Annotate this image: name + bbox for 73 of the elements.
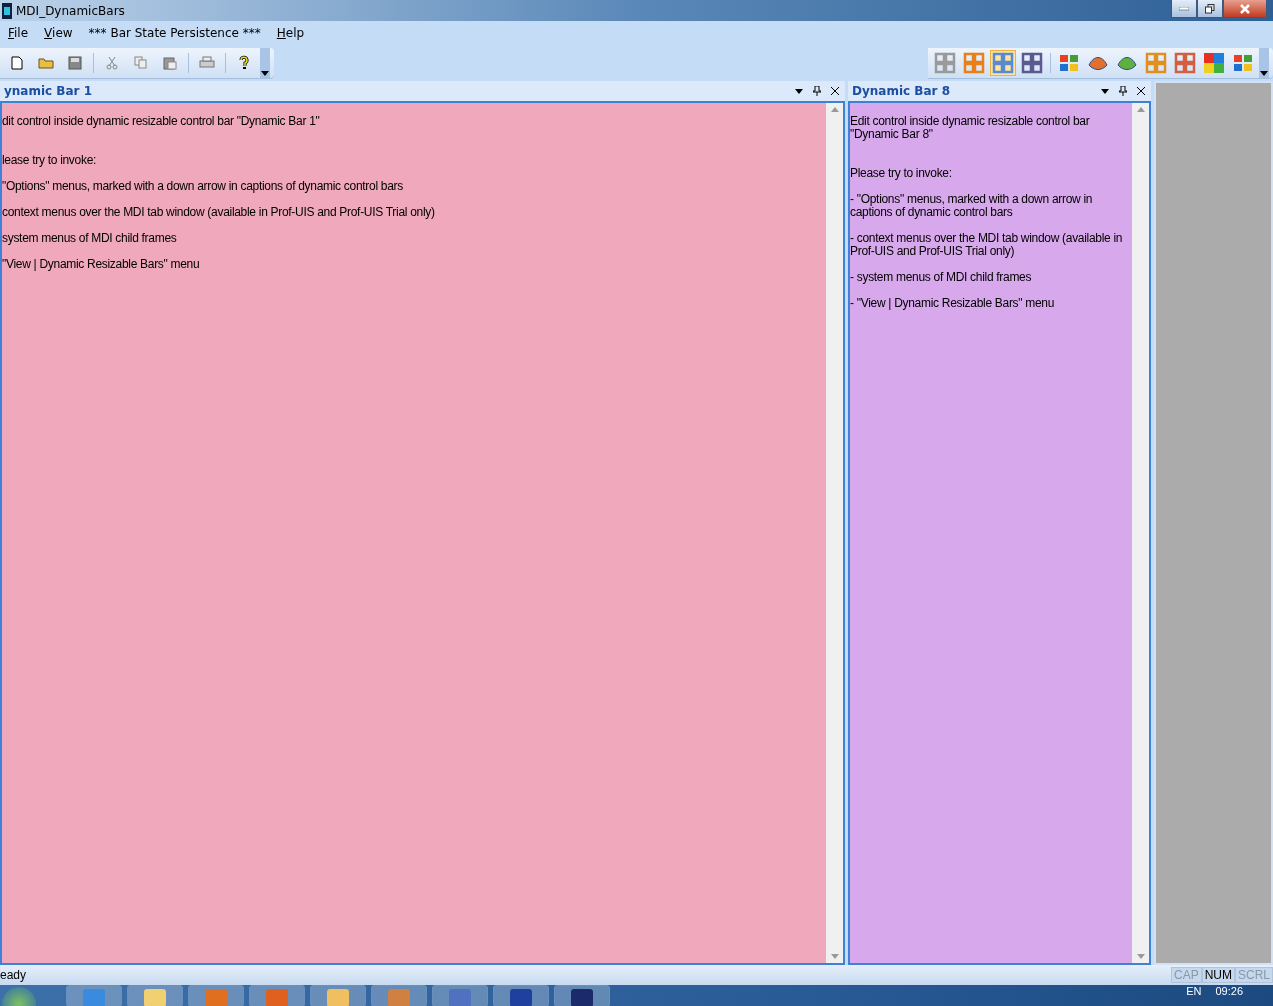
theme-button[interactable] xyxy=(990,49,1016,76)
windows-flag-icon xyxy=(1058,52,1080,73)
panel-title: Dynamic Bar 8 xyxy=(852,84,952,98)
scroll-up-icon xyxy=(1136,107,1145,112)
close-icon xyxy=(1240,3,1250,14)
help-icon xyxy=(239,55,249,70)
panel-title: ynamic Bar 1 xyxy=(4,84,94,98)
text-line: system menus of MDI child frames xyxy=(2,232,178,245)
vertical-scrollbar[interactable] xyxy=(826,103,843,963)
grid-layout-icon xyxy=(1174,51,1196,74)
restore-button[interactable] xyxy=(1197,0,1223,18)
grid-layout-icon xyxy=(1145,51,1167,74)
menu-item[interactable]: *** Bar State Persistence *** xyxy=(88,26,261,40)
window-title: MDI_DynamicBars xyxy=(16,3,126,18)
toolbar-options-button[interactable] xyxy=(260,47,270,78)
text-line: "View | Dynamic Resizable Bars" menu xyxy=(2,258,201,271)
text-line: - system menus of MDI child frames xyxy=(850,271,1033,284)
caret-down-icon xyxy=(1101,88,1109,94)
menu-item[interactable]: Help xyxy=(276,26,305,40)
grid-layout-icon xyxy=(934,51,956,74)
text-line: lease try to invoke: xyxy=(2,154,98,167)
scissors-icon xyxy=(106,55,118,70)
taskbar-button[interactable] xyxy=(493,985,549,1006)
language-indicator[interactable]: EN xyxy=(1186,985,1202,997)
close-button[interactable] xyxy=(829,84,841,98)
taskbar-button[interactable] xyxy=(554,985,610,1006)
pin-icon xyxy=(1119,86,1127,96)
scroll-down-icon xyxy=(830,954,839,959)
taskbar-button[interactable] xyxy=(127,985,183,1006)
key-indicator: SCRL xyxy=(1235,967,1273,983)
pin-button[interactable] xyxy=(1117,84,1129,98)
text-line: - "Options" menus, marked with a down arrow in captions of dynamic control bars xyxy=(850,193,1094,219)
grid-layout-icon xyxy=(1021,51,1043,74)
pin-icon xyxy=(813,86,821,96)
text-line: - context menus over the MDI tab window (available in Prof-UIS and Prof-UIS Trial only) xyxy=(850,232,1124,258)
close-icon xyxy=(1137,87,1145,95)
scroll-up-icon xyxy=(830,107,839,112)
copy-icon xyxy=(134,56,148,69)
text-line: - "View | Dynamic Resizable Bars" menu xyxy=(850,297,1056,310)
close-button[interactable] xyxy=(1223,0,1267,18)
menu-item[interactable]: View xyxy=(44,26,73,40)
new-document-icon xyxy=(11,55,23,70)
clock[interactable]: 09:26 xyxy=(1215,985,1243,997)
key-indicator: CAP xyxy=(1170,967,1202,983)
close-button[interactable] xyxy=(1135,84,1147,98)
puzzle-icon xyxy=(1203,51,1225,74)
restore-icon xyxy=(1205,3,1215,14)
status-text: eady xyxy=(0,968,28,982)
key-indicator: NUM xyxy=(1201,967,1235,983)
taskbar-button[interactable] xyxy=(310,985,366,1006)
windows-flag-icon xyxy=(1232,52,1254,73)
grid-layout-icon xyxy=(963,51,985,74)
printer-icon xyxy=(199,56,215,69)
caret-down-icon xyxy=(261,70,269,76)
text-line: Edit control inside dynamic resizable control bar "Dynamic Bar 8" xyxy=(850,115,1091,141)
pin-button[interactable] xyxy=(811,84,823,98)
toolbar-options-button[interactable] xyxy=(1259,47,1269,78)
text-line: "Options" menus, marked with a down arrow in captions of dynamic control bars xyxy=(2,180,404,193)
text-line: Please try to invoke: xyxy=(850,167,953,180)
grid-layout-icon xyxy=(992,51,1014,74)
text-line: context menus over the MDI tab window (available in Prof-UIS and Prof-UIS Trial only) xyxy=(2,206,436,219)
caret-down-icon xyxy=(1260,70,1268,76)
scroll-down-icon xyxy=(1136,954,1145,959)
text-line: dit control inside dynamic resizable control bar "Dynamic Bar 1" xyxy=(2,115,321,128)
minimize-button[interactable] xyxy=(1171,0,1197,18)
edit-area[interactable] xyxy=(850,103,1132,963)
clipboard-icon xyxy=(163,55,177,70)
vertical-scrollbar[interactable] xyxy=(1132,103,1149,963)
folder-icon xyxy=(38,56,54,69)
minimize-icon xyxy=(1179,6,1189,11)
menu-item[interactable]: File xyxy=(8,26,29,40)
close-icon xyxy=(831,87,839,95)
caret-down-icon xyxy=(795,88,803,94)
